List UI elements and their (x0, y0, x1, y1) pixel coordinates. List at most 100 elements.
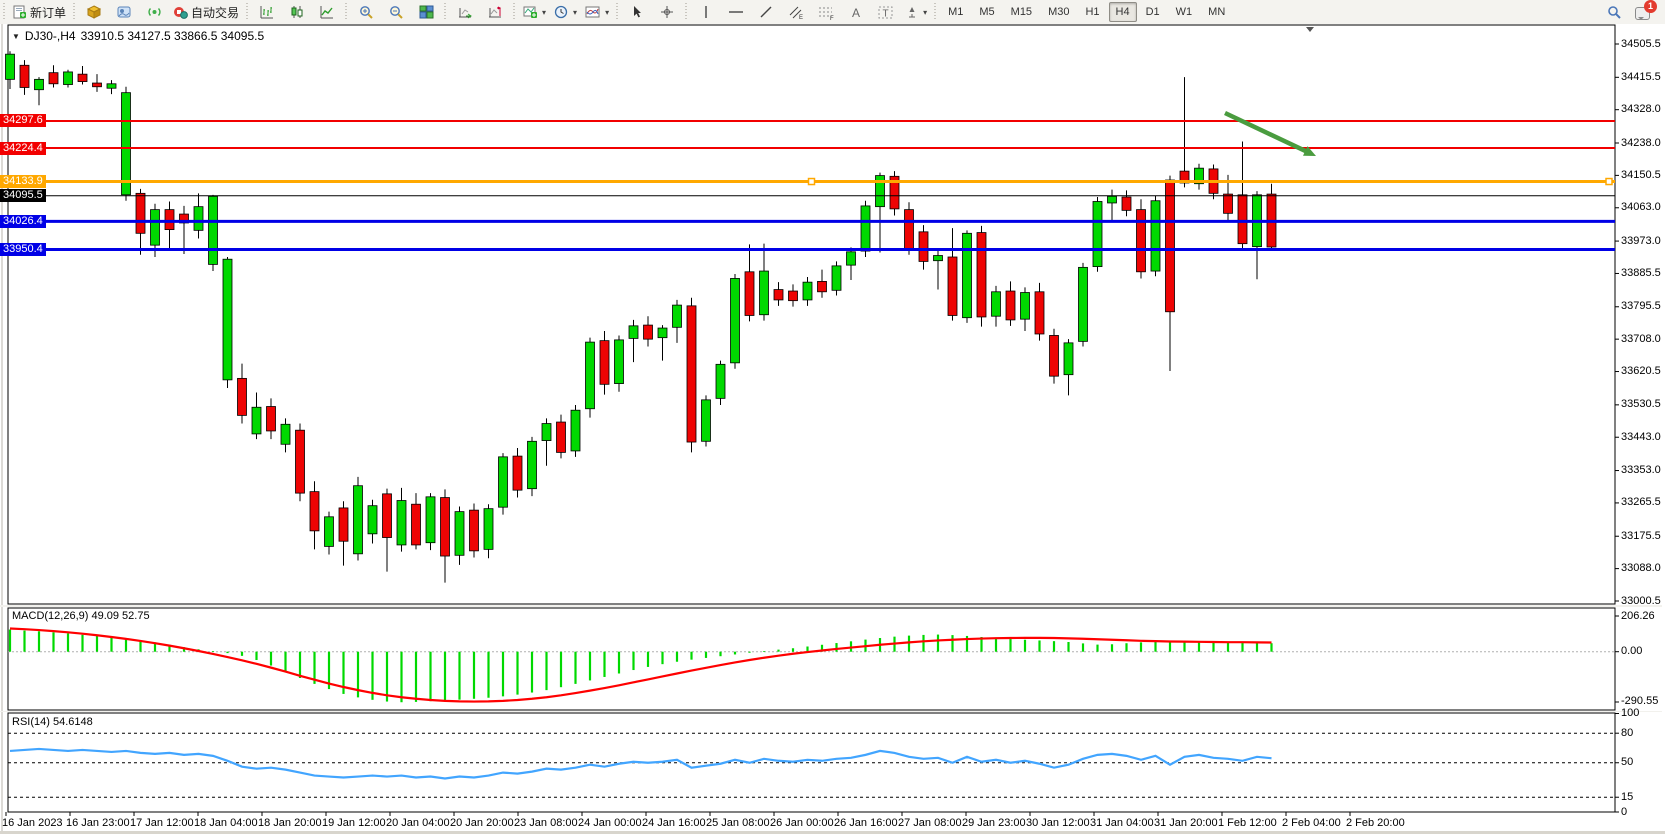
pane-splitter[interactable] (0, 711, 1662, 712)
candle-body-up (64, 72, 73, 85)
candle-body-down (905, 210, 914, 249)
price-axis-label: 33885.5 (1621, 267, 1661, 279)
candle-body-down (93, 83, 102, 87)
timeframe-button-d1[interactable]: D1 (1139, 2, 1167, 22)
auto-scroll-button[interactable] (450, 1, 480, 23)
candle-body-down (1035, 292, 1044, 334)
timeframe-button-mn[interactable]: MN (1201, 2, 1232, 22)
indicators-button[interactable]: ▾ (519, 1, 550, 23)
channel-icon: E (788, 5, 804, 20)
chart-profiles-button[interactable] (109, 1, 139, 23)
candle-body-up (1093, 201, 1102, 266)
macd-axis-label: 0.00 (1621, 645, 1642, 657)
bar-chart-icon (260, 5, 274, 19)
channel-tool-button[interactable]: E (781, 1, 811, 23)
bar-chart-button[interactable] (252, 1, 282, 23)
hline-handle[interactable] (809, 179, 815, 185)
candle-body-down (687, 306, 696, 442)
svg-text:T: T (883, 8, 889, 19)
candle-body-down (1238, 195, 1247, 244)
vertical-line-tool-button[interactable] (691, 1, 721, 23)
chart-shift-button[interactable] (480, 1, 510, 23)
zoom-in-button[interactable] (351, 1, 381, 23)
chart-shift-marker-icon[interactable] (1306, 27, 1314, 36)
templates-button[interactable]: ▾ (581, 1, 613, 23)
notifications-button[interactable]: 1 (1629, 1, 1659, 23)
chart-canvas[interactable] (0, 24, 1665, 834)
date-axis-label: 19 Jan 12:00 (322, 817, 386, 829)
signals-button[interactable] (139, 1, 169, 23)
chart-profiles-icon (117, 5, 132, 19)
horizontal-line-tool-button[interactable] (721, 1, 751, 23)
timeframe-button-m5[interactable]: M5 (972, 2, 1001, 22)
chart-shift-icon (488, 5, 503, 19)
rsi-line (10, 749, 1272, 779)
text-label-tool-button[interactable]: T (871, 1, 901, 23)
zoom-out-icon (389, 5, 404, 20)
trendline-tool-button[interactable] (751, 1, 781, 23)
periods-button[interactable]: ▾ (550, 1, 581, 23)
tile-windows-button[interactable] (411, 1, 441, 23)
symbol-dropdown-icon[interactable]: ▼ (12, 32, 20, 41)
candle-body-down (644, 325, 653, 339)
date-axis-label: 16 Jan 2023 (2, 817, 63, 829)
date-axis-label: 25 Jan 08:00 (706, 817, 770, 829)
pane-splitter[interactable] (0, 605, 1662, 607)
candle-body-down (441, 498, 450, 556)
fibonacci-tool-button[interactable]: F (811, 1, 841, 23)
candle-body-down (789, 291, 798, 301)
symbol-period-label: DJ30-,H4 (25, 29, 76, 43)
line-chart-button[interactable] (312, 1, 342, 23)
crosshair-icon (660, 5, 674, 19)
market-watch-button[interactable] (79, 1, 109, 23)
text-tool-button[interactable]: A (841, 1, 871, 23)
candle-body-up (803, 282, 812, 300)
date-axis-label: 20 Jan 20:00 (450, 817, 514, 829)
date-axis-label: 31 Jan 20:00 (1154, 817, 1218, 829)
fibonacci-icon: F (818, 5, 835, 20)
candlestick-chart-button[interactable] (282, 1, 312, 23)
date-axis-label: 30 Jan 12:00 (1026, 817, 1090, 829)
zoom-out-button[interactable] (381, 1, 411, 23)
price-axis-label: 34415.5 (1621, 71, 1661, 83)
timeframe-button-m30[interactable]: M30 (1041, 2, 1076, 22)
arrows-tool-button[interactable]: ▾ (901, 1, 931, 23)
auto-scroll-icon (458, 5, 473, 19)
toolbar-grip (71, 3, 78, 21)
candle-body-down (818, 281, 827, 291)
toolbar-grip (442, 3, 449, 21)
timeframe-button-h4[interactable]: H4 (1109, 2, 1137, 22)
timeframe-button-w1[interactable]: W1 (1169, 2, 1200, 22)
candlestick-chart-icon (290, 5, 304, 19)
date-axis-label: 24 Jan 00:00 (578, 817, 642, 829)
timeframe-button-m1[interactable]: M1 (941, 2, 970, 22)
macd-indicator-label: MACD(12,26,9) 49.09 52.75 (12, 610, 150, 622)
line-chart-icon (320, 5, 334, 19)
new-order-button[interactable]: 新订单 (9, 1, 70, 23)
search-button[interactable] (1599, 1, 1629, 23)
candle-body-up (426, 497, 435, 543)
timeframe-button-h1[interactable]: H1 (1078, 2, 1106, 22)
main-pane-border (8, 25, 1615, 604)
price-tag-34297.6: 34297.6 (0, 114, 46, 127)
candle-body-up (281, 424, 290, 444)
timeframe-button-m15[interactable]: M15 (1004, 2, 1039, 22)
candle-body-down (78, 74, 87, 81)
toolbar-grip (932, 3, 939, 21)
candle-body-up (702, 400, 711, 441)
date-axis-label: 1 Feb 12:00 (1218, 817, 1277, 829)
price-axis-label: 33795.5 (1621, 300, 1661, 312)
candle-body-down (557, 422, 566, 452)
price-axis-label: 34328.0 (1621, 103, 1661, 115)
trend-arrow-line[interactable] (1225, 113, 1309, 153)
auto-trading-button[interactable]: 自动交易 (169, 1, 243, 23)
cursor-tool-button[interactable] (622, 1, 652, 23)
hline-handle[interactable] (1606, 179, 1612, 185)
price-tag-34133.9: 34133.9 (0, 175, 46, 188)
crosshair-tool-button[interactable] (652, 1, 682, 23)
candle-body-up (528, 441, 537, 488)
templates-icon (585, 5, 601, 19)
candle-body-up (731, 278, 740, 362)
ohlc-values: 33910.5 34127.5 33866.5 34095.5 (81, 29, 265, 43)
candles-layer (6, 51, 1277, 582)
